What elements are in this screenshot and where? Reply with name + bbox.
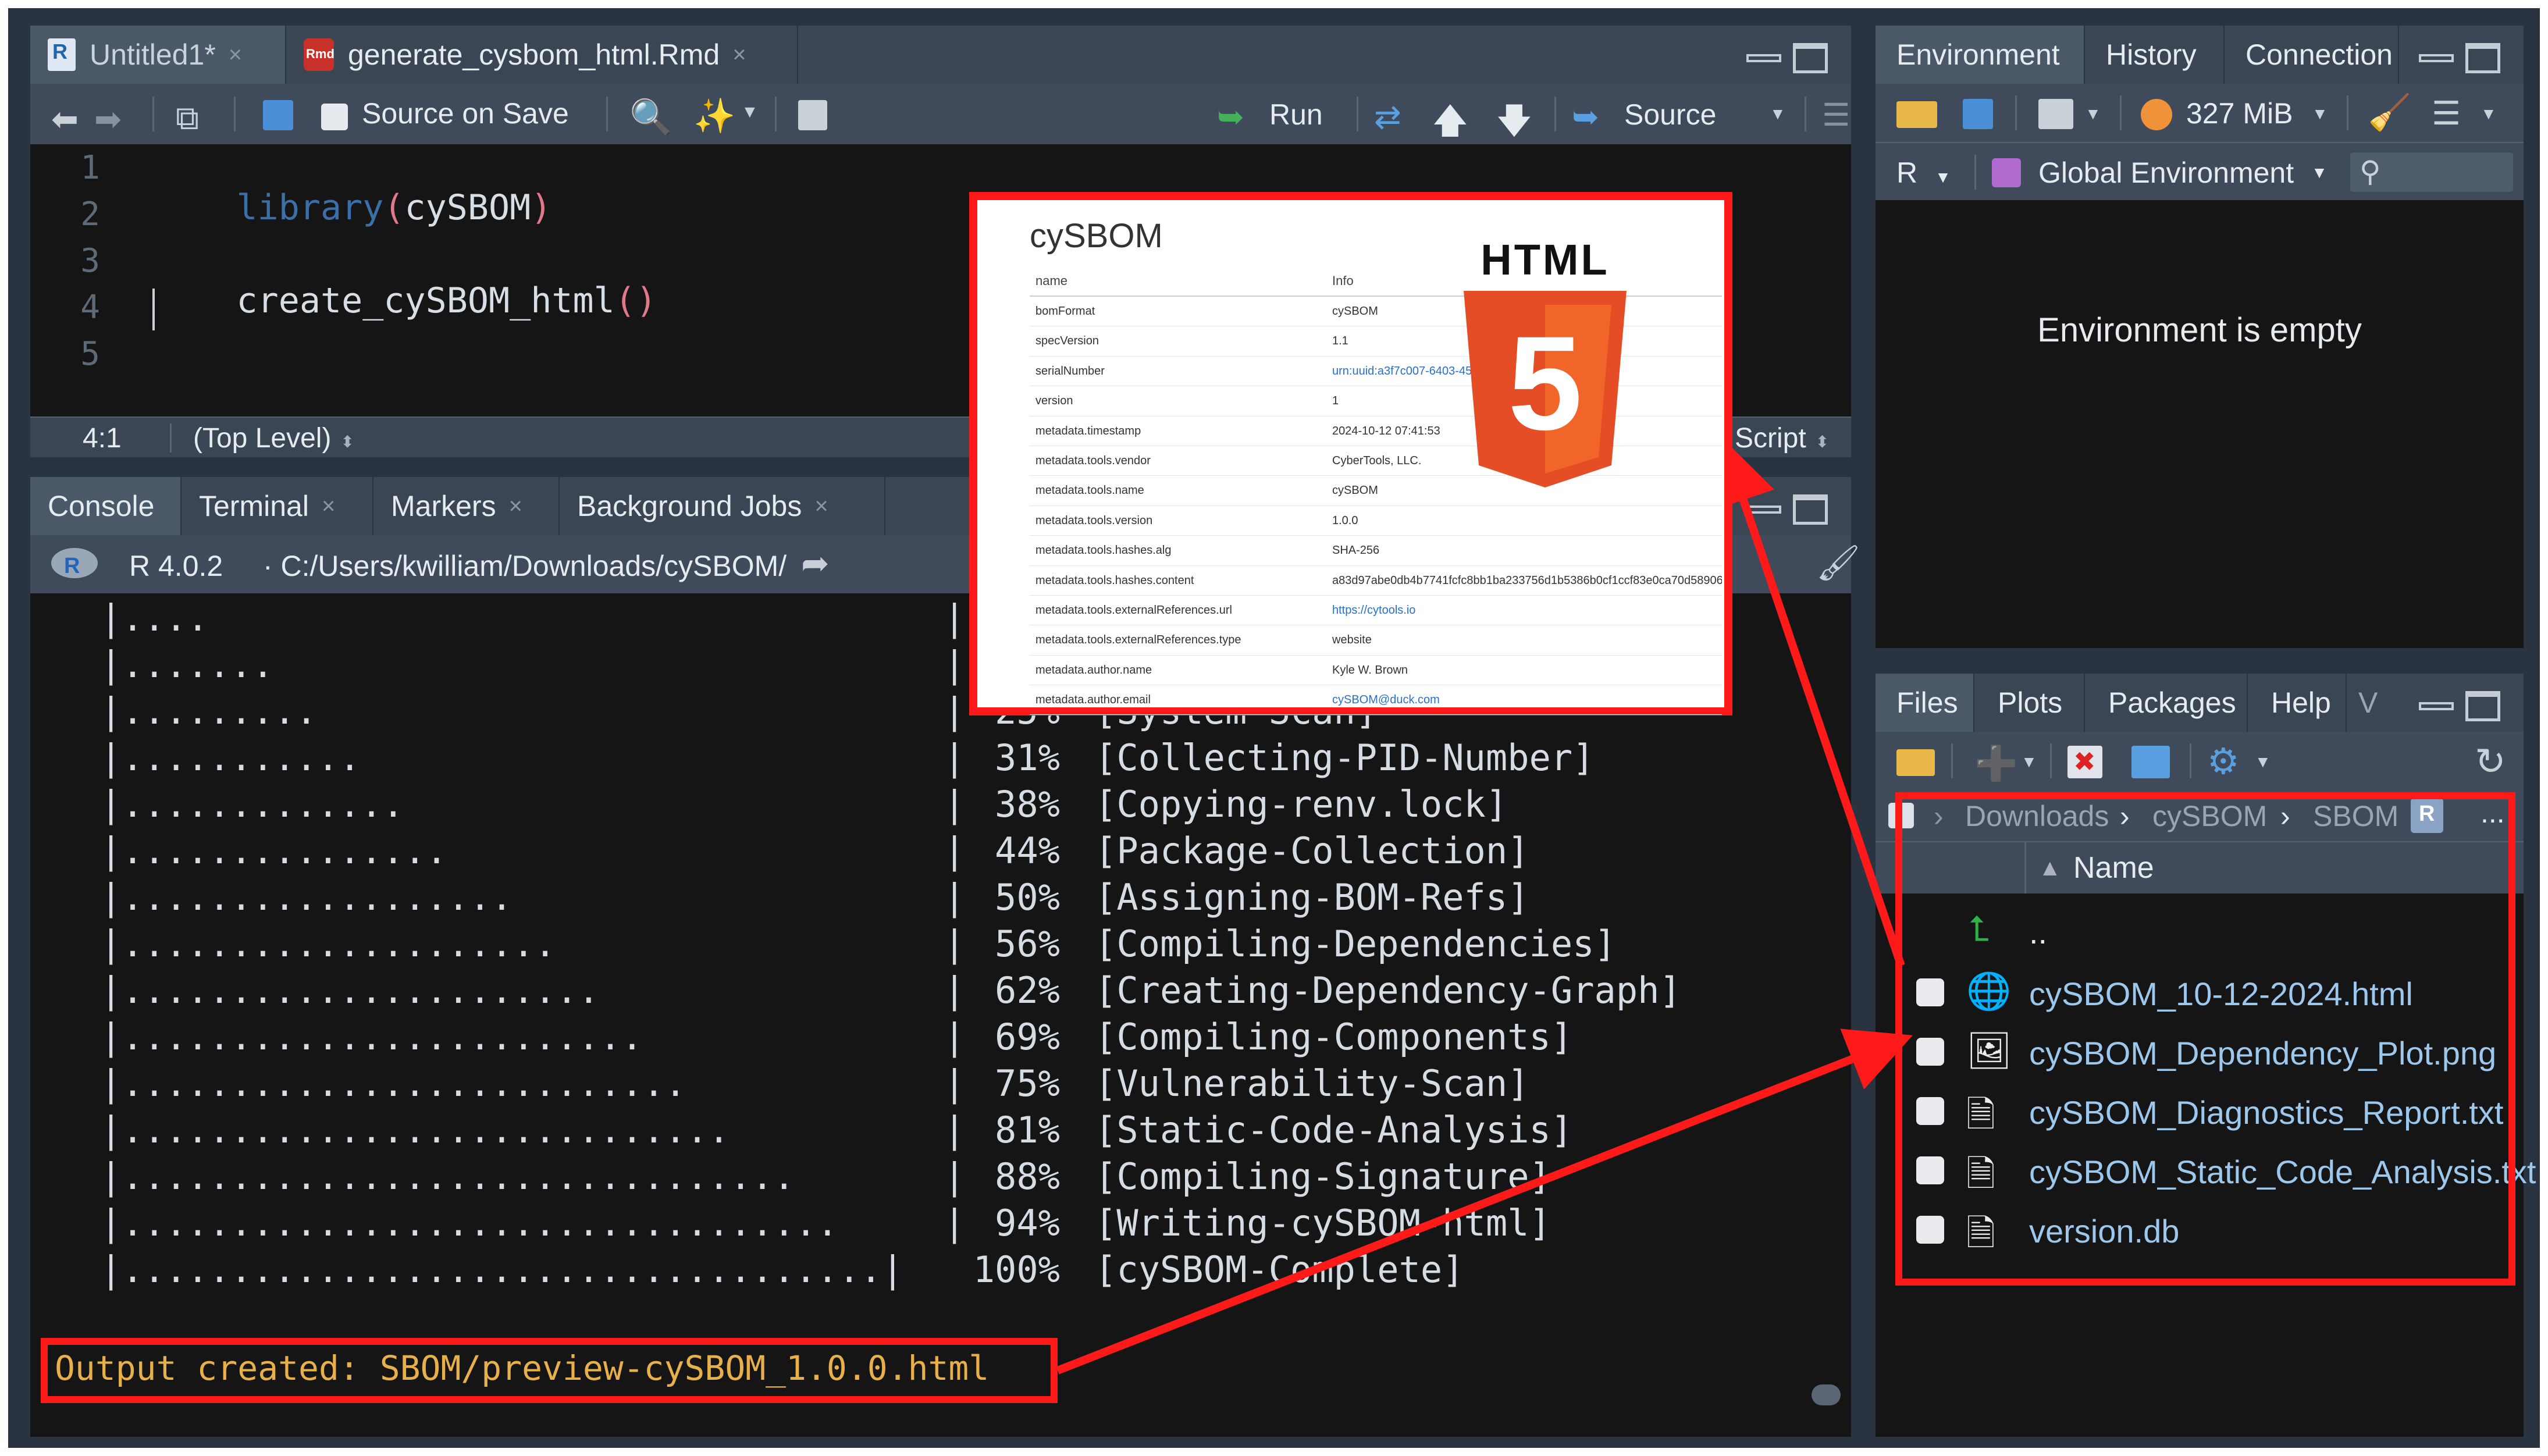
preview-row-value: Kyle W. Brown xyxy=(1332,663,1408,677)
preview-row: metadata.tools.hashes.content a83d97abe0d… xyxy=(1030,566,1722,596)
preview-row-value: 2024-10-12 07:41:53 xyxy=(1332,424,1440,437)
preview-row-name: metadata.tools.externalReferences.type xyxy=(1035,633,1241,647)
header-name: name xyxy=(1035,273,1068,288)
preview-row: metadata.tools.externalReferences.type we… xyxy=(1030,625,1722,656)
preview-row: metadata.author.name Kyle W. Brown xyxy=(1030,656,1722,686)
preview-row-value: 1 xyxy=(1332,394,1339,408)
preview-row: metadata.tools.hashes.alg SHA-256 xyxy=(1030,536,1722,566)
preview-row-name: metadata.tools.vendor xyxy=(1035,454,1151,467)
html5-badge-text: HTML xyxy=(1481,236,1610,284)
html5-number: 5 xyxy=(1508,308,1582,458)
preview-row-name: metadata.timestamp xyxy=(1035,424,1141,437)
preview-row-link[interactable]: cySBOM@duck.com xyxy=(1332,693,1440,707)
preview-row-value: CyberTools, LLC. xyxy=(1332,454,1422,467)
preview-row-value: cySBOM xyxy=(1332,484,1378,497)
preview-row-name: metadata.tools.name xyxy=(1035,484,1144,497)
preview-row-name: metadata.tools.version xyxy=(1035,514,1153,527)
preview-row-name: metadata.tools.hashes.alg xyxy=(1035,544,1172,557)
preview-row: metadata.tools.externalReferences.url htt… xyxy=(1030,596,1722,626)
preview-row: metadata.author.email cySBOM@duck.com xyxy=(1030,685,1722,715)
preview-row-value: a83d97abe0db4b7741fcfc8bb1ba233756d1b538… xyxy=(1332,574,1722,587)
html5-badge: HTML 5 xyxy=(1458,235,1632,508)
preview-row-name: serialNumber xyxy=(1035,364,1105,378)
preview-row-name: version xyxy=(1035,394,1073,408)
preview-title: cySBOM xyxy=(1030,217,1163,255)
preview-row-name: metadata.tools.externalReferences.url xyxy=(1035,603,1232,617)
preview-row: metadata.tools.version 1.0.0 xyxy=(1030,506,1722,536)
preview-row-value: 1.1 xyxy=(1332,334,1348,348)
html-preview: cySBOM name Info bomFormat cySBOM specVers… xyxy=(969,192,1732,715)
preview-row-value: website xyxy=(1332,633,1372,647)
preview-row-name: metadata.author.name xyxy=(1035,663,1152,677)
preview-row-value: cySBOM xyxy=(1332,305,1378,318)
arrow-to-preview xyxy=(1712,438,1905,967)
preview-row-value: 1.0.0 xyxy=(1332,514,1358,527)
preview-row-name: metadata.tools.hashes.content xyxy=(1035,574,1194,587)
preview-row-name: specVersion xyxy=(1035,334,1099,348)
arrow-to-files xyxy=(1056,1028,1913,1375)
preview-row-link[interactable]: https://cytools.io xyxy=(1332,604,1415,617)
preview-row-name: bomFormat xyxy=(1035,305,1095,318)
preview-row-name: metadata.author.email xyxy=(1035,693,1151,707)
header-info: Info xyxy=(1332,273,1354,288)
preview-row-value: SHA-256 xyxy=(1332,544,1380,557)
